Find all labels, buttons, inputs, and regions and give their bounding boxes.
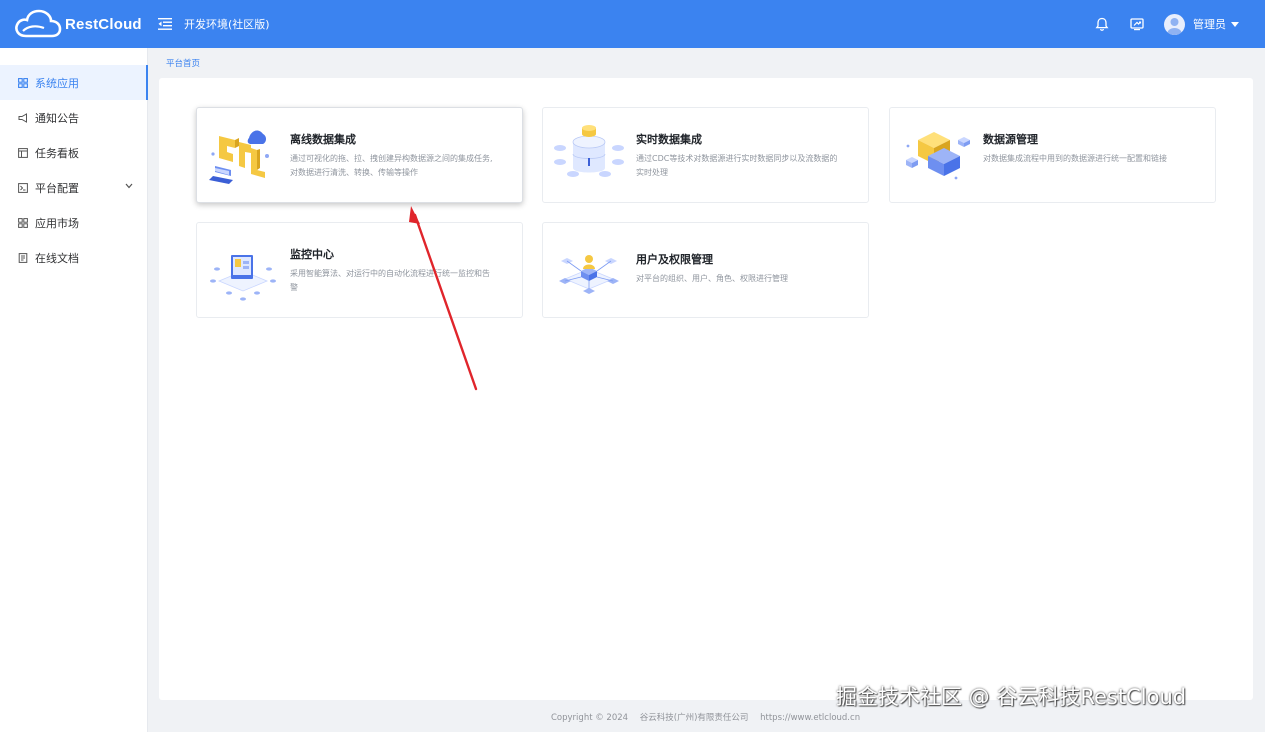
brand-name: RestCloud — [65, 15, 142, 33]
grid-icon — [18, 77, 28, 88]
card-user-permission-management[interactable]: 用户及权限管理 对平台的组织、用户、角色、权限进行管理 — [542, 222, 869, 318]
terminal-icon — [18, 182, 28, 193]
user-permission-illustration-icon — [559, 255, 619, 294]
card-description: 通过CDC等技术对数据源进行实时数据同步以及流数据的实时处理 — [636, 154, 838, 177]
user-name[interactable]: 管理员 — [1193, 16, 1226, 32]
datasource-blocks-illustration-icon — [906, 132, 970, 180]
sidebar-item-platform-config[interactable]: 平台配置 — [0, 170, 147, 205]
sidebar-item-label: 应用市场 — [35, 216, 79, 230]
cloud-logo-icon — [15, 9, 62, 38]
environment-label: 开发环境(社区版) — [184, 18, 270, 31]
card-title: 离线数据集成 — [290, 133, 356, 146]
card-title: 监控中心 — [290, 248, 334, 261]
footer-copyright: Copyright © 2024 — [551, 713, 629, 723]
footer-company: 谷云科技(广州)有限责任公司 — [639, 713, 749, 723]
card-title: 实时数据集成 — [636, 133, 702, 146]
sidebar-item-label: 平台配置 — [35, 181, 79, 195]
document-icon — [18, 252, 28, 263]
main-panel: 离线数据集成 通过可视化的拖、拉、拽创建异构数据源之间的集成任务,对数据进行清洗… — [159, 78, 1253, 700]
footer-url[interactable]: https://www.etlcloud.cn — [760, 713, 860, 723]
card-title: 用户及权限管理 — [636, 253, 713, 266]
card-description: 通过可视化的拖、拉、拽创建异构数据源之间的集成任务,对数据进行清洗、转换、传输等… — [290, 154, 493, 177]
card-description: 对数据集成流程中用到的数据源进行统一配置和链接 — [983, 154, 1167, 163]
menu-fold-icon[interactable] — [158, 17, 172, 31]
realtime-cylinder-illustration-icon — [554, 125, 624, 177]
sidebar-item-app-market[interactable]: 应用市场 — [0, 205, 147, 240]
sidebar-item-online-docs[interactable]: 在线文档 — [0, 240, 147, 275]
card-realtime-data-integration[interactable]: 实时数据集成 通过CDC等技术对数据源进行实时数据同步以及流数据的实时处理 — [542, 107, 869, 203]
card-datasource-management[interactable]: 数据源管理 对数据集成流程中用到的数据源进行统一配置和链接 — [889, 107, 1216, 203]
card-description: 采用智能算法、对运行中的自动化流程进行统一监控和告警 — [290, 269, 490, 292]
caret-down-icon[interactable] — [1231, 21, 1239, 27]
sidebar-item-label: 在线文档 — [35, 251, 79, 265]
monitoring-illustration-icon — [210, 255, 276, 301]
offline-etl-illustration-icon — [209, 130, 269, 184]
top-header: RestCloud 开发环境(社区版) 管理员 — [0, 0, 1265, 48]
sidebar-item-label: 系统应用 — [35, 76, 79, 90]
card-description: 对平台的组织、用户、角色、权限进行管理 — [636, 274, 788, 283]
breadcrumb[interactable]: 平台首页 — [166, 57, 200, 69]
board-icon — [18, 147, 28, 158]
sidebar-item-task-board[interactable]: 任务看板 — [0, 135, 147, 170]
sidebar-item-label: 通知公告 — [35, 111, 79, 125]
card-monitoring-center[interactable]: 监控中心 采用智能算法、对运行中的自动化流程进行统一监控和告警 — [196, 222, 523, 318]
page-footer: Copyright © 2024 谷云科技(广州)有限责任公司 https://… — [551, 711, 869, 723]
sidebar: 系统应用 通知公告 任务看板 平台配置 应用市场 在线文档 — [0, 48, 148, 732]
sidebar-item-label: 任务看板 — [35, 146, 79, 160]
chevron-down-icon[interactable] — [125, 183, 133, 189]
card-title: 数据源管理 — [983, 133, 1038, 146]
megaphone-icon — [18, 112, 28, 123]
watermark-text: 掘金技术社区 @ 谷云科技RestCloud — [836, 685, 1187, 709]
sidebar-item-system-apps[interactable]: 系统应用 — [0, 65, 148, 100]
sidebar-item-notices[interactable]: 通知公告 — [0, 100, 147, 135]
brand-logo[interactable]: RestCloud — [0, 9, 148, 39]
bell-icon[interactable] — [1094, 16, 1110, 32]
user-avatar-icon[interactable] — [1164, 13, 1185, 35]
screen-share-icon[interactable] — [1129, 16, 1145, 32]
card-offline-data-integration[interactable]: 离线数据集成 通过可视化的拖、拉、拽创建异构数据源之间的集成任务,对数据进行清洗… — [196, 107, 523, 203]
apps-icon — [18, 217, 28, 228]
